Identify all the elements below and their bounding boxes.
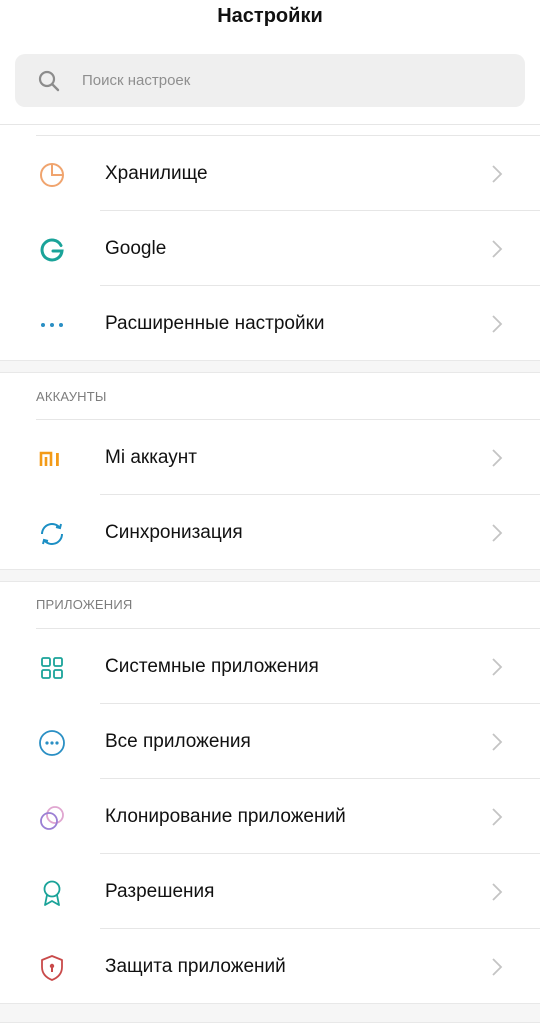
grid-apps-icon: [41, 657, 63, 679]
app-header: Настройки Поиск настроек: [0, 0, 540, 125]
storage-pie-icon: [40, 163, 64, 187]
chevron-right-icon: [492, 958, 503, 976]
settings-item-label: Системные приложения: [105, 656, 319, 677]
settings-item-all-apps[interactable]: Все приложения: [0, 704, 540, 778]
search-bar[interactable]: Поиск настроек: [15, 54, 525, 107]
chevron-right-icon: [492, 165, 503, 183]
settings-item-label: Хранилище: [105, 163, 208, 184]
chevron-right-icon: [492, 315, 503, 333]
permissions-badge-icon: [43, 880, 61, 906]
settings-item-label: Разрешения: [105, 881, 215, 902]
settings-item-system-apps[interactable]: Системные приложения: [0, 629, 540, 703]
settings-item-label: Все приложения: [105, 731, 251, 752]
settings-item-sync[interactable]: Синхронизация: [0, 495, 540, 569]
section-gap: [0, 569, 540, 582]
chevron-right-icon: [492, 449, 503, 467]
settings-item-label: Расширенные настройки: [105, 313, 325, 334]
shield-lock-icon: [41, 955, 63, 981]
mi-logo-icon: [39, 451, 59, 466]
settings-item-label: Клонирование приложений: [105, 806, 346, 827]
all-apps-icon: [39, 730, 65, 756]
chevron-right-icon: [492, 733, 503, 751]
settings-item-label: Синхронизация: [105, 522, 243, 543]
section-title-apps: ПРИЛОЖЕНИЯ: [36, 597, 133, 612]
settings-item-app-lock[interactable]: Защита приложений: [0, 929, 540, 1003]
more-dots-icon: [41, 323, 63, 327]
section-gap: [0, 1003, 540, 1023]
clone-circles-icon: [40, 806, 64, 830]
settings-item-google[interactable]: Google: [0, 211, 540, 285]
google-g-icon: [40, 238, 64, 262]
settings-item-permissions[interactable]: Разрешения: [0, 854, 540, 928]
section-gap: [0, 360, 540, 373]
chevron-right-icon: [492, 883, 503, 901]
sync-icon: [41, 523, 63, 545]
search-placeholder: Поиск настроек: [82, 72, 191, 89]
settings-item-dual-apps[interactable]: Клонирование приложений: [0, 779, 540, 853]
settings-item-label: Mi аккаунт: [105, 447, 197, 468]
settings-item-advanced[interactable]: Расширенные настройки: [0, 286, 540, 360]
section-title-accounts: АККАУНТЫ: [36, 389, 107, 404]
page-title: Настройки: [217, 5, 323, 27]
chevron-right-icon: [492, 808, 503, 826]
settings-item-mi-account[interactable]: Mi аккаунт: [0, 420, 540, 494]
chevron-right-icon: [492, 240, 503, 258]
chevron-right-icon: [492, 658, 503, 676]
settings-item-storage[interactable]: Хранилище: [0, 136, 540, 210]
settings-item-label: Google: [105, 238, 167, 259]
search-icon: [38, 70, 60, 92]
settings-item-label: Защита приложений: [105, 956, 286, 977]
chevron-right-icon: [492, 524, 503, 542]
